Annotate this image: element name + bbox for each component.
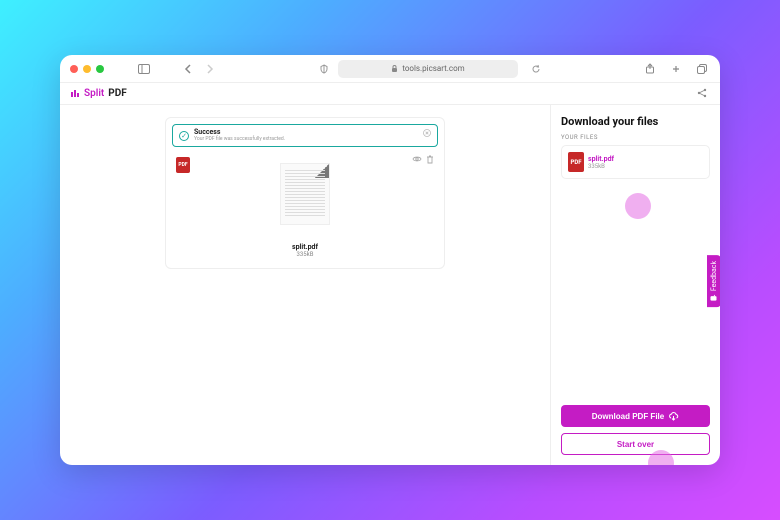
chip-text: split.pdf 335kB — [588, 155, 614, 170]
minimize-window-button[interactable] — [83, 65, 91, 73]
download-button-label: Download PDF File — [592, 412, 664, 421]
success-check-icon: ✓ — [179, 131, 189, 141]
banner-close-icon[interactable] — [423, 129, 431, 137]
feedback-chat-icon — [711, 294, 718, 301]
chip-file-name: split.pdf — [588, 155, 614, 163]
lock-icon — [391, 65, 398, 73]
sidebar-heading: Download your files — [561, 115, 710, 128]
chip-pdf-icon: PDF — [568, 152, 584, 172]
new-tab-icon[interactable] — [668, 61, 684, 77]
pdf-badge: PDF — [176, 157, 190, 173]
shield-icon[interactable] — [316, 61, 332, 77]
brand-text-left: Split — [84, 88, 104, 99]
url-bar[interactable]: tools.picsart.com — [338, 60, 518, 78]
share-icon[interactable] — [642, 61, 658, 77]
preview-file-name: split.pdf — [292, 243, 318, 251]
download-cloud-icon — [668, 412, 679, 421]
brand-logo-icon — [70, 89, 80, 99]
thumbnail-content — [285, 170, 325, 218]
document-thumbnail[interactable] — [280, 163, 330, 225]
app-brand[interactable]: Split PDF — [70, 88, 127, 99]
file-tools — [412, 155, 434, 164]
brand-text-right: PDF — [108, 88, 126, 99]
preview-eye-icon[interactable] — [412, 155, 422, 164]
feedback-label: Feedback — [710, 261, 718, 291]
back-button[interactable] — [180, 61, 196, 77]
forward-button[interactable] — [202, 61, 218, 77]
sidebar-label: YOUR FILES — [561, 134, 710, 141]
file-preview-wrap: PDF split.pdf 335kB — [172, 155, 438, 262]
pdf-file-icon: PDF — [176, 157, 190, 173]
url-text: tools.picsart.com — [402, 64, 464, 73]
traffic-lights — [70, 65, 104, 73]
success-text: Success Your PDF file was successfully e… — [194, 129, 285, 142]
header-share-icon[interactable] — [696, 87, 710, 101]
fullscreen-window-button[interactable] — [96, 65, 104, 73]
result-card: ✓ Success Your PDF file was successfully… — [165, 117, 445, 269]
content-area: ✓ Success Your PDF file was successfully… — [60, 105, 720, 465]
sidebar-toggle-icon[interactable] — [136, 61, 152, 77]
tabs-icon[interactable] — [694, 61, 710, 77]
feedback-tab[interactable]: Feedback — [707, 255, 720, 307]
main-panel: ✓ Success Your PDF file was successfully… — [60, 105, 550, 465]
preview-file-size: 335kB — [297, 251, 314, 258]
browser-window: tools.picsart.com Split PDF — [60, 55, 720, 465]
reload-icon[interactable] — [528, 61, 544, 77]
success-title: Success — [194, 129, 285, 136]
start-over-label: Start over — [617, 440, 654, 449]
download-file-chip[interactable]: PDF split.pdf 335kB — [561, 145, 710, 179]
close-window-button[interactable] — [70, 65, 78, 73]
window-titlebar: tools.picsart.com — [60, 55, 720, 83]
delete-trash-icon[interactable] — [426, 155, 434, 164]
chip-file-size: 335kB — [588, 163, 614, 170]
app-header: Split PDF — [60, 83, 720, 105]
download-button[interactable]: Download PDF File — [561, 405, 710, 427]
success-subtitle: Your PDF file was successfully extracted… — [194, 136, 285, 142]
start-over-button[interactable]: Start over — [561, 433, 710, 455]
success-banner: ✓ Success Your PDF file was successfully… — [172, 124, 438, 147]
download-sidebar: Download your files YOUR FILES PDF split… — [550, 105, 720, 465]
